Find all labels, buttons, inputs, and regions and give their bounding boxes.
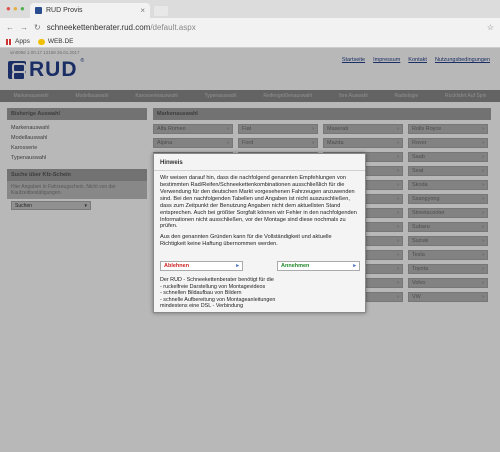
arrow-right-icon: ▸ bbox=[353, 263, 356, 269]
decline-label: Ablehnen bbox=[164, 263, 190, 269]
info-line: - ruckelfreie Darstellung von Montagevid… bbox=[160, 283, 266, 290]
tab-close-icon[interactable]: × bbox=[140, 6, 145, 15]
new-tab-button[interactable] bbox=[154, 6, 168, 16]
decline-button[interactable]: Ablehnen ▸ bbox=[160, 261, 243, 271]
accept-button[interactable]: Annehmen ▸ bbox=[277, 261, 360, 271]
close-window-icon[interactable]: ● bbox=[6, 4, 11, 13]
dialog-paragraph: Wir weisen darauf hin, dass die nachfolg… bbox=[160, 175, 357, 230]
tab-title: RUD Provis bbox=[46, 7, 83, 14]
url-field[interactable]: schneekettenberater.rud.com/default.aspx bbox=[47, 23, 196, 32]
apps-icon bbox=[6, 38, 12, 45]
dialog-body: Wir weisen darauf hin, dass die nachfolg… bbox=[154, 171, 365, 252]
bookmarks-bar: Apps WEB.DE bbox=[0, 36, 500, 48]
browser-tab-bar: ● ● ● RUD Provis × bbox=[0, 0, 500, 18]
forward-icon[interactable]: → bbox=[20, 23, 28, 32]
info-line: mindestens eine DSL - Verbindung bbox=[160, 303, 244, 310]
connection-info: Der RUD - Schneekettenberater benötigt f… bbox=[160, 277, 360, 310]
url-domain: schneekettenberater.rud.com bbox=[46, 22, 151, 32]
webde-icon bbox=[37, 38, 45, 45]
reload-icon[interactable]: ↻ bbox=[34, 23, 41, 32]
bookmark-webde[interactable]: WEB.DE bbox=[37, 38, 74, 45]
bookmark-apps[interactable]: Apps bbox=[6, 38, 30, 45]
back-icon[interactable]: ← bbox=[6, 23, 14, 32]
notice-dialog: Hinweis Wir weisen darauf hin, dass die … bbox=[153, 153, 366, 313]
info-line: - schnelle Aufbereitung von Montageanlei… bbox=[160, 296, 276, 303]
bookmark-webde-label: WEB.DE bbox=[47, 38, 74, 45]
accept-label: Annehmen bbox=[281, 263, 310, 269]
url-path: /default.aspx bbox=[150, 22, 196, 32]
browser-tab[interactable]: RUD Provis × bbox=[30, 3, 150, 18]
info-line: - schnellen Bildaufbau von Bildern bbox=[160, 290, 242, 297]
dialog-buttons: Ablehnen ▸ Annehmen ▸ bbox=[160, 261, 360, 271]
minimize-window-icon[interactable]: ● bbox=[13, 4, 18, 13]
address-bar: ← → ↻ schneekettenberater.rud.com/defaul… bbox=[0, 18, 500, 36]
dialog-paragraph: Aus den genannten Gründen kann für die V… bbox=[160, 234, 332, 248]
star-icon[interactable]: ☆ bbox=[487, 23, 494, 32]
favicon-icon bbox=[35, 7, 42, 14]
maximize-window-icon[interactable]: ● bbox=[20, 4, 25, 13]
info-line: Der RUD - Schneekettenberater benötigt f… bbox=[160, 277, 274, 283]
dialog-title: Hinweis bbox=[154, 154, 365, 171]
arrow-right-icon: ▸ bbox=[236, 263, 239, 269]
bookmark-apps-label: Apps bbox=[15, 38, 30, 45]
